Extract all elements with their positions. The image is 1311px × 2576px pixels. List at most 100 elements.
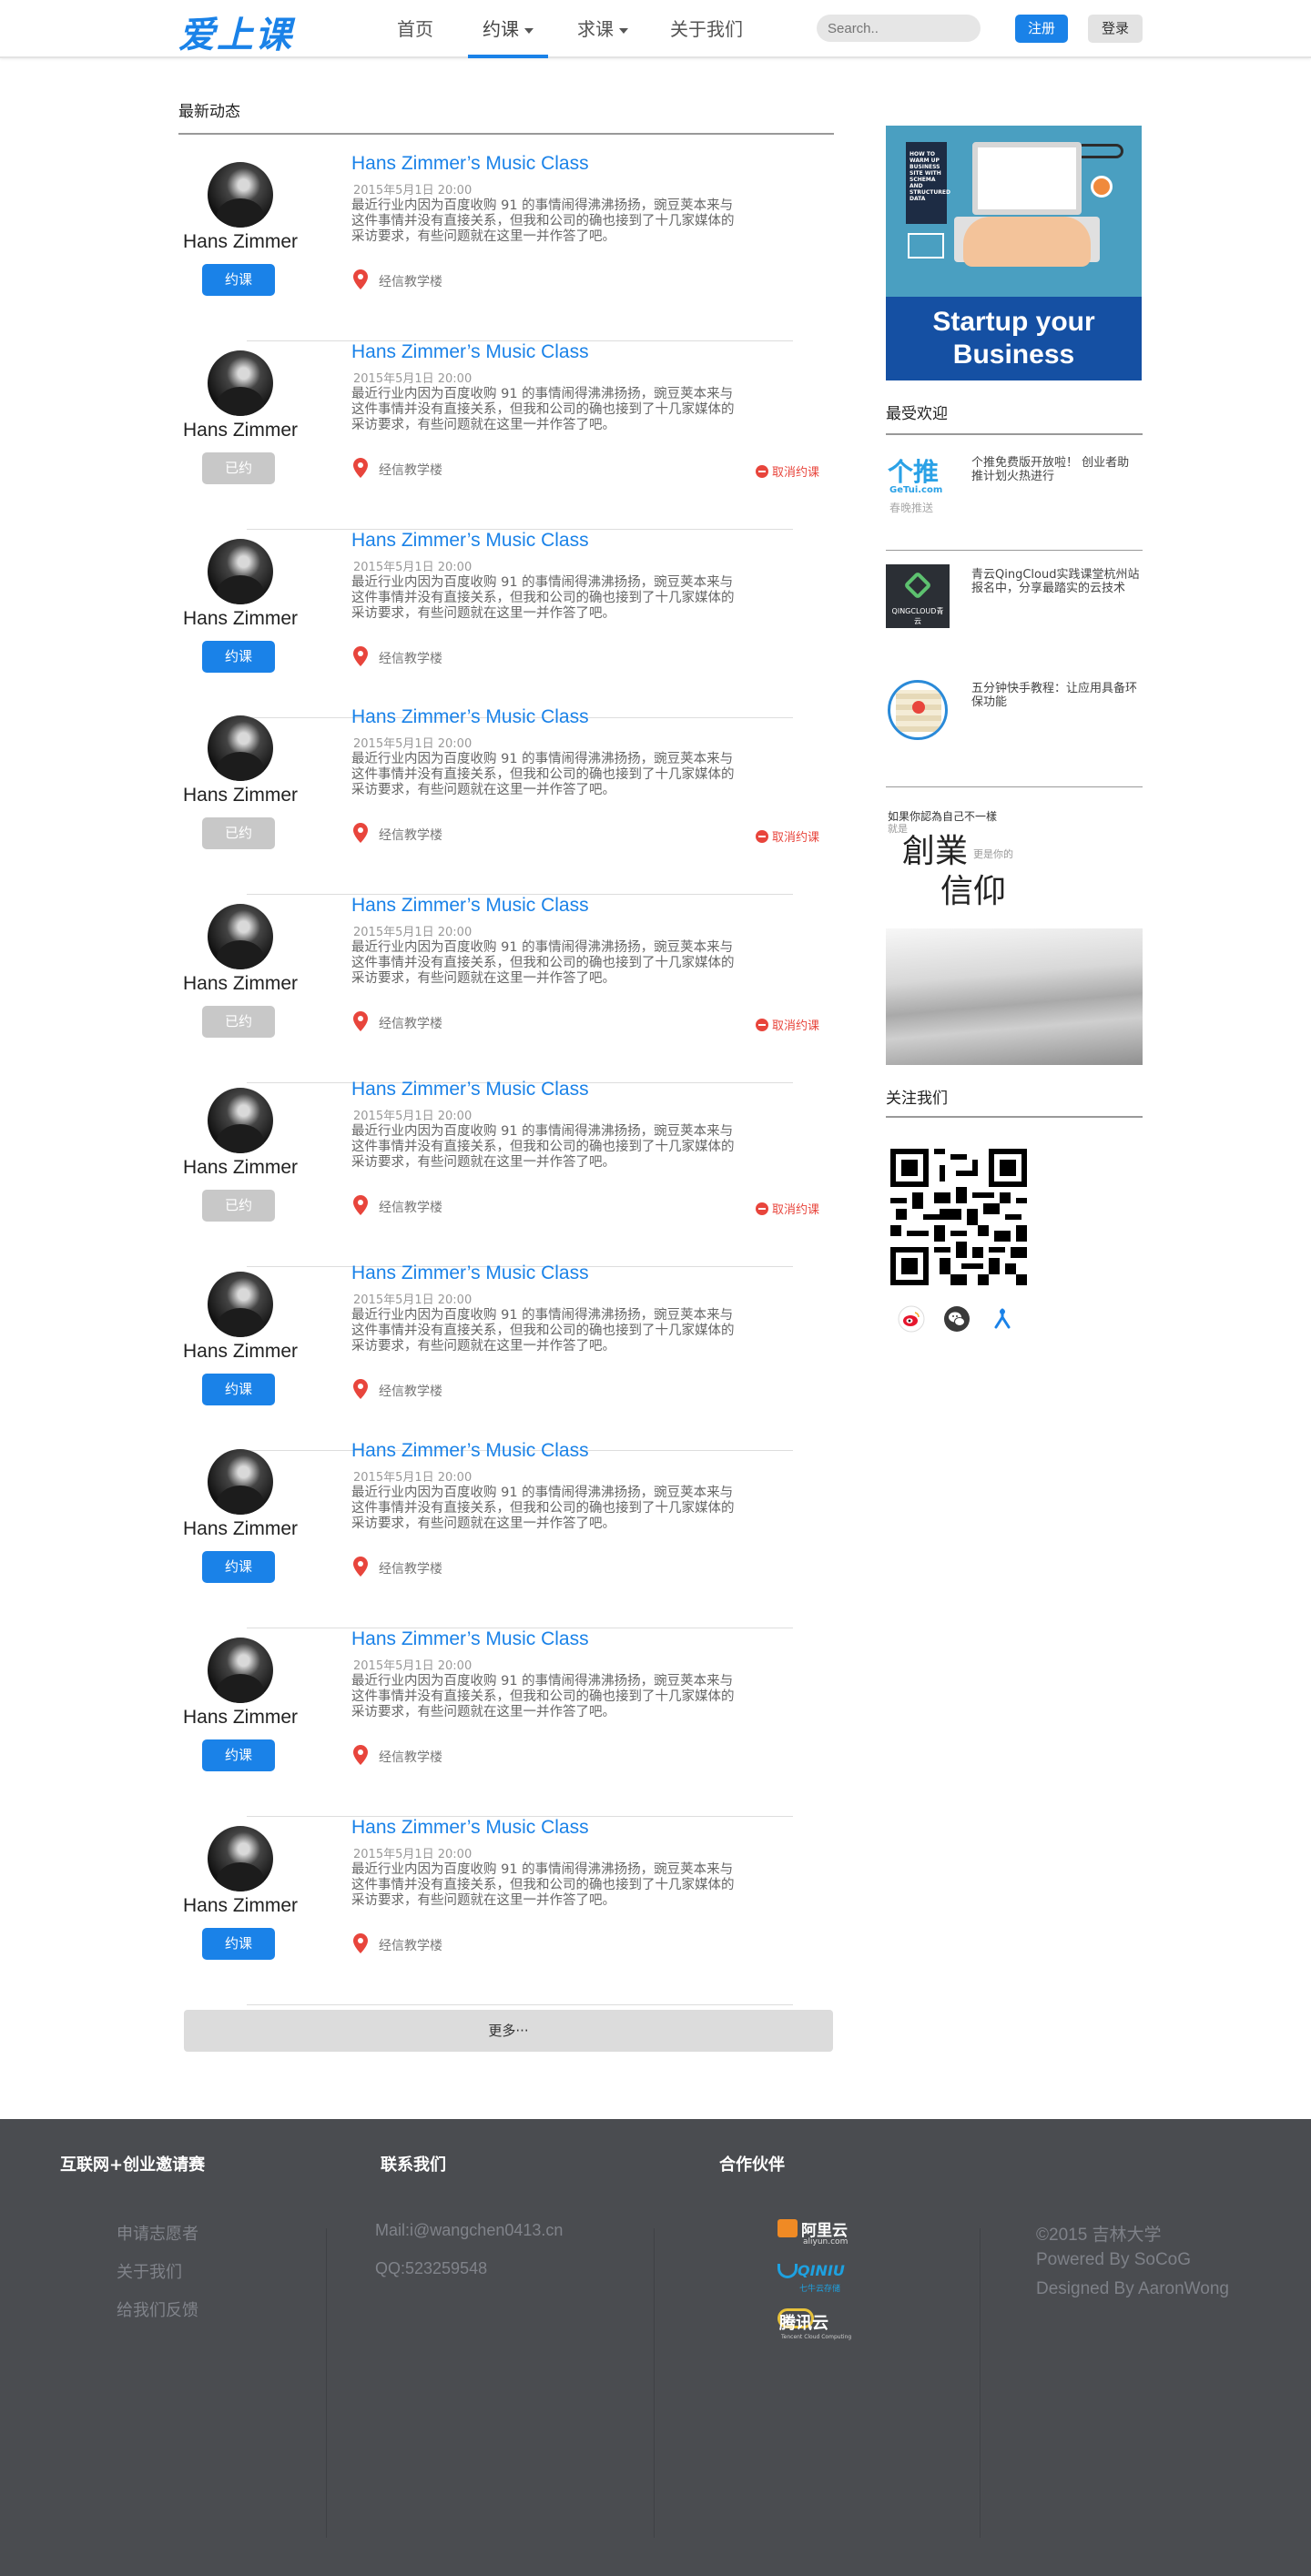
book-class-button[interactable]: 约课 bbox=[202, 264, 275, 296]
nav-home-label: 首页 bbox=[397, 18, 433, 40]
ad-banner-text: Startup your Business bbox=[886, 297, 1142, 380]
avatar[interactable] bbox=[208, 1088, 273, 1153]
popular-item[interactable]: 五分钟快手教程：让应用具备环保功能 bbox=[886, 678, 1143, 787]
chevron-down-icon bbox=[524, 27, 534, 34]
register-button[interactable]: 注册 bbox=[1015, 15, 1068, 43]
footer-divider bbox=[980, 2228, 981, 2538]
site-logo[interactable]: 爱上课 bbox=[178, 5, 293, 58]
avatar[interactable] bbox=[208, 715, 273, 781]
location-pin-icon bbox=[353, 646, 368, 666]
class-title-link[interactable]: Hans Zimmer’s Music Class bbox=[351, 341, 589, 363]
instructor-name[interactable]: Hans Zimmer bbox=[178, 608, 302, 630]
footer-designed-by: Designed By AaronWong bbox=[1036, 2279, 1229, 2298]
location-pin-icon bbox=[353, 269, 368, 289]
class-title-link[interactable]: Hans Zimmer’s Music Class bbox=[351, 706, 589, 728]
popular-title: 最受欢迎 bbox=[886, 405, 948, 423]
nav-about[interactable]: 关于我们 bbox=[670, 0, 743, 58]
location-pin-icon bbox=[353, 823, 368, 843]
nav-about-label: 关于我们 bbox=[670, 18, 743, 40]
class-title-link[interactable]: Hans Zimmer’s Music Class bbox=[351, 1440, 589, 1462]
avatar[interactable] bbox=[208, 539, 273, 604]
class-location: 经信教学楼 bbox=[379, 275, 442, 289]
instructor-name[interactable]: Hans Zimmer bbox=[178, 1341, 302, 1363]
book-class-button[interactable]: 约课 bbox=[202, 1374, 275, 1405]
booked-button[interactable]: 已约 bbox=[202, 817, 275, 849]
book-class-button[interactable]: 约课 bbox=[202, 1551, 275, 1583]
startup-business-ad[interactable]: HOW TO WARM UP BUSINESS SITE WITH SCHEMA… bbox=[886, 126, 1142, 380]
cancel-booking-link[interactable]: 取消约课 bbox=[756, 1016, 819, 1033]
cancel-icon bbox=[756, 465, 768, 478]
booked-button[interactable]: 已约 bbox=[202, 1006, 275, 1038]
footer-link-feedback[interactable]: 给我们反馈 bbox=[117, 2297, 198, 2321]
popular-item[interactable]: 个推 GeTui.com 春晚推送 个推免费版开放啦！ 创业者助推计划火热进行 bbox=[886, 452, 1143, 560]
cancel-booking-link[interactable]: 取消约课 bbox=[756, 1200, 819, 1217]
wechat-icon[interactable] bbox=[943, 1305, 971, 1333]
cancel-booking-link[interactable]: 取消约课 bbox=[756, 827, 819, 845]
class-title-link[interactable]: Hans Zimmer’s Music Class bbox=[351, 1263, 589, 1284]
renren-icon[interactable] bbox=[989, 1305, 1016, 1333]
popular-item[interactable]: QINGCLOUD青云 青云QingCloud实践课堂杭州站报名中，分享最踏实的… bbox=[886, 564, 1143, 672]
ad2-line5: 信仰 bbox=[940, 873, 1007, 910]
class-card: Hans Zimmer 已约 Hans Zimmer’s Music Class 20… bbox=[178, 706, 834, 895]
instructor-name[interactable]: Hans Zimmer bbox=[178, 420, 302, 441]
load-more-button[interactable]: 更多··· bbox=[184, 2010, 833, 2052]
avatar[interactable] bbox=[208, 1638, 273, 1703]
footer-col2-title: 联系我们 bbox=[381, 2155, 446, 2175]
avatar[interactable] bbox=[208, 350, 273, 416]
instructor-name[interactable]: Hans Zimmer bbox=[178, 1518, 302, 1540]
class-datetime: 2015年5月1日 20:00 bbox=[353, 561, 473, 574]
instructor-name[interactable]: Hans Zimmer bbox=[178, 973, 302, 995]
instructor-name[interactable]: Hans Zimmer bbox=[178, 1895, 302, 1917]
class-location: 经信教学楼 bbox=[379, 652, 442, 666]
avatar[interactable] bbox=[208, 162, 273, 228]
partner-tencent-cloud[interactable]: 腾讯云 Tencent Cloud Computing bbox=[777, 2308, 854, 2345]
search-input[interactable] bbox=[817, 15, 981, 42]
book-class-button[interactable]: 约课 bbox=[202, 641, 275, 673]
cancel-booking-link[interactable]: 取消约课 bbox=[756, 462, 819, 480]
class-title-link[interactable]: Hans Zimmer’s Music Class bbox=[351, 1079, 589, 1100]
avatar[interactable] bbox=[208, 1449, 273, 1515]
startup-belief-ad[interactable]: 如果你認為自己不一樣 就是 創業 更是你的 信仰 bbox=[886, 792, 1143, 1065]
footer-mail[interactable]: Mail:i@wangchen0413.cn bbox=[375, 2221, 563, 2240]
book-class-button[interactable]: 约课 bbox=[202, 1928, 275, 1960]
qingcloud-logo: QINGCLOUD青云 bbox=[886, 564, 950, 628]
footer-link-about[interactable]: 关于我们 bbox=[117, 2259, 182, 2283]
footer-link-volunteer[interactable]: 申请志愿者 bbox=[117, 2221, 198, 2245]
nav-request-class[interactable]: 求课 bbox=[577, 0, 628, 58]
footer-divider bbox=[654, 2228, 655, 2538]
class-title-link[interactable]: Hans Zimmer’s Music Class bbox=[351, 153, 589, 175]
getui-logo-sub2: 春晚推送 bbox=[889, 502, 934, 514]
footer-col1-title: 互联网+创业邀请赛 bbox=[60, 2155, 206, 2175]
booked-button[interactable]: 已约 bbox=[202, 1190, 275, 1222]
instructor-name[interactable]: Hans Zimmer bbox=[178, 231, 302, 253]
nav-request-class-label: 求课 bbox=[577, 18, 614, 40]
nav-book-class[interactable]: 约课 bbox=[468, 0, 548, 58]
ad2-line4: 更是你的 bbox=[973, 848, 1013, 860]
avatar[interactable] bbox=[208, 904, 273, 969]
login-button[interactable]: 登录 bbox=[1088, 15, 1143, 43]
class-title-link[interactable]: Hans Zimmer’s Music Class bbox=[351, 1817, 589, 1839]
instructor-name[interactable]: Hans Zimmer bbox=[178, 1157, 302, 1179]
site-footer: 互联网+创业邀请赛 申请志愿者 关于我们 给我们反馈 联系我们 Mail:i@w… bbox=[0, 2119, 1311, 2576]
book-class-button[interactable]: 约课 bbox=[202, 1739, 275, 1771]
location-pin-icon bbox=[353, 458, 368, 478]
nav-home[interactable]: 首页 bbox=[397, 0, 433, 58]
class-description: 最近行业内因为百度收购 91 的事情闹得沸沸扬扬，豌豆荚本来与这件事情并没有直接… bbox=[351, 387, 735, 432]
class-location: 经信教学楼 bbox=[379, 463, 442, 478]
partner-qiniu[interactable]: QINIU 七牛云存储 bbox=[777, 2262, 854, 2295]
getui-logo: 个推 GeTui.com 春晚推送 bbox=[886, 452, 950, 516]
class-location: 经信教学楼 bbox=[379, 1384, 442, 1399]
partner-aliyun[interactable]: 阿里云 aliyun.com bbox=[777, 2217, 854, 2248]
aliyun-logo-icon bbox=[777, 2219, 798, 2237]
instructor-name[interactable]: Hans Zimmer bbox=[178, 785, 302, 806]
avatar[interactable] bbox=[208, 1826, 273, 1891]
class-title-link[interactable]: Hans Zimmer’s Music Class bbox=[351, 895, 589, 917]
instructor-name[interactable]: Hans Zimmer bbox=[178, 1707, 302, 1729]
top-navbar: 爱上课 首页 约课 求课 关于我们 注册 登录 bbox=[0, 0, 1311, 58]
desert-photo bbox=[886, 928, 1143, 1065]
class-title-link[interactable]: Hans Zimmer’s Music Class bbox=[351, 530, 589, 552]
avatar[interactable] bbox=[208, 1272, 273, 1337]
booked-button[interactable]: 已约 bbox=[202, 452, 275, 484]
weibo-icon[interactable] bbox=[898, 1305, 925, 1333]
class-title-link[interactable]: Hans Zimmer’s Music Class bbox=[351, 1628, 589, 1650]
